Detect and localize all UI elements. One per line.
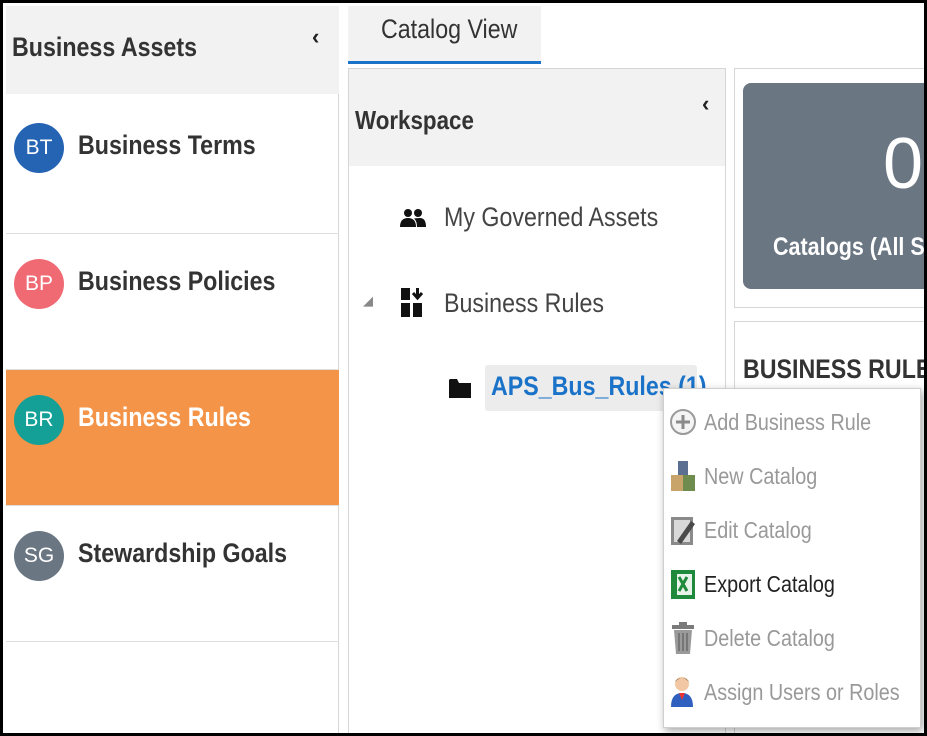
business-terms-avatar: BT: [14, 123, 64, 173]
tab-catalog-view[interactable]: Catalog View: [348, 6, 541, 64]
business-assets-header: Business Assets ‹: [6, 6, 339, 94]
users-icon: [400, 209, 426, 227]
asset-label: Business Terms: [78, 130, 256, 160]
asset-label: Business Rules: [78, 402, 251, 432]
asset-item-business-terms[interactable]: BT Business Terms: [6, 98, 339, 234]
menu-item-delete-catalog[interactable]: Delete Catalog: [664, 613, 920, 663]
asset-label: Business Policies: [78, 266, 276, 296]
tree-item-my-governed-assets[interactable]: My Governed Assets: [399, 202, 693, 233]
tab-label: Catalog View: [381, 14, 518, 44]
business-rules-icon: [401, 288, 423, 317]
asset-item-stewardship-goals[interactable]: SG Stewardship Goals: [6, 506, 339, 642]
catalogs-count-tile[interactable]: 0 Catalogs (All Su: [743, 83, 927, 289]
section-header: BUSINESS RULES: [743, 354, 927, 384]
menu-item-new-catalog[interactable]: New Catalog: [664, 451, 920, 501]
panel-title: Business Assets: [12, 32, 197, 62]
menu-label: Edit Catalog: [704, 517, 812, 543]
menu-label: New Catalog: [704, 463, 818, 489]
collapse-workspace-icon[interactable]: ‹: [702, 91, 709, 117]
menu-item-add-business-rule[interactable]: Add Business Rule: [664, 397, 920, 447]
new-catalog-icon: [671, 461, 695, 491]
edit-icon: [671, 517, 695, 545]
tile-label: Catalogs (All Su: [773, 233, 927, 261]
add-circle-icon: [670, 409, 696, 435]
tree-label: My Governed Assets: [444, 202, 659, 232]
catalog-context-menu: Add Business Rule New Catalog Edit Catal…: [663, 388, 921, 728]
menu-label: Delete Catalog: [704, 625, 835, 651]
excel-export-icon: [671, 570, 695, 599]
menu-item-assign-users-or-roles[interactable]: Assign Users or Roles: [664, 667, 920, 717]
trash-icon: [672, 622, 694, 654]
asset-item-business-policies[interactable]: BP Business Policies: [6, 234, 339, 370]
workspace-header: Workspace ‹: [349, 69, 725, 166]
asset-label: Stewardship Goals: [78, 538, 288, 568]
assign-user-icon: [671, 677, 693, 707]
menu-label: Add Business Rule: [704, 409, 872, 435]
expand-arrow-icon[interactable]: ◢: [363, 293, 373, 309]
tree-item-business-rules[interactable]: Business Rules: [401, 288, 630, 319]
menu-item-export-catalog[interactable]: Export Catalog: [664, 559, 920, 609]
business-rules-avatar: BR: [14, 395, 64, 445]
folder-icon: [449, 379, 471, 398]
menu-item-edit-catalog[interactable]: Edit Catalog: [664, 505, 920, 555]
tree-label: Business Rules: [444, 288, 605, 318]
stewardship-goals-avatar: SG: [14, 531, 64, 581]
workspace-title: Workspace: [355, 105, 474, 135]
asset-item-business-rules[interactable]: BR Business Rules: [6, 370, 339, 506]
window-frame: Business Assets ‹ BT Business Terms BP B…: [0, 0, 927, 736]
menu-label: Export Catalog: [704, 571, 835, 597]
tile-count: 0: [883, 124, 924, 204]
business-policies-avatar: BP: [14, 259, 64, 309]
business-assets-panel: Business Assets ‹ BT Business Terms BP B…: [6, 6, 339, 733]
menu-label: Assign Users or Roles: [704, 679, 900, 705]
collapse-panel-icon[interactable]: ‹: [312, 24, 319, 50]
